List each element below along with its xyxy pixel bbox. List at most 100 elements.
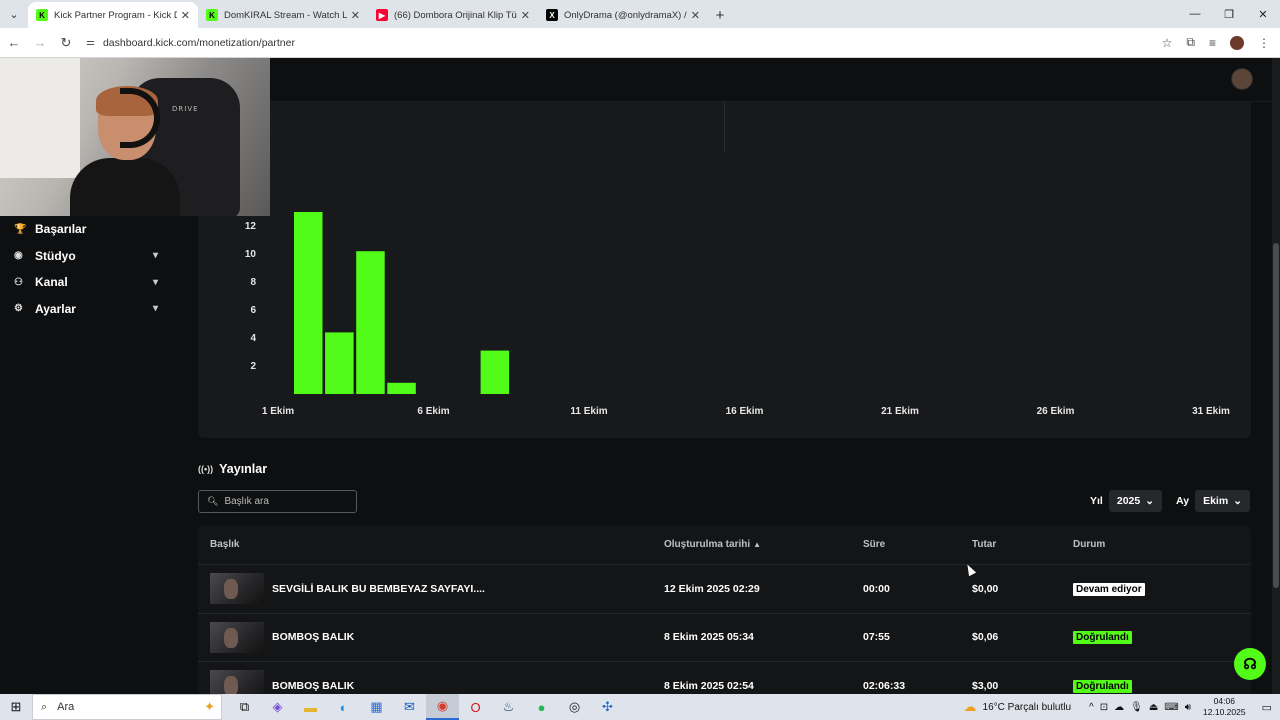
- col-created[interactable]: Oluşturulma tarihi ▲: [664, 539, 863, 550]
- mic-icon[interactable]: 🎙︎: [1130, 702, 1143, 713]
- scrollbar[interactable]: [1272, 58, 1280, 694]
- streams-section-title: ((•)) Yayınlar: [198, 462, 267, 476]
- sidebar-item[interactable]: 🏆 Başarılar: [0, 216, 180, 243]
- tab-close-icon[interactable]: ✕: [521, 9, 530, 22]
- col-status[interactable]: Durum: [1073, 539, 1251, 550]
- table-row[interactable]: BOMBOŞ BALIK 8 Ekim 2025 05:34 07:55 $0,06 D…: [198, 613, 1251, 662]
- clock[interactable]: 04:06 12.10.2025: [1203, 696, 1246, 718]
- stream-title[interactable]: BOMBOŞ BALIK: [272, 631, 354, 643]
- chart-bar[interactable]: [325, 332, 354, 394]
- minimize-icon[interactable]: —: [1178, 0, 1212, 28]
- year-select[interactable]: 2025 ⌄: [1108, 490, 1163, 512]
- media-control-icon[interactable]: ≡: [1209, 36, 1216, 50]
- site-info-icon[interactable]: ⚌: [86, 37, 95, 48]
- browser-tab[interactable]: K DomKIRAL Stream - Watch Live ✕: [198, 2, 368, 28]
- browser-tab[interactable]: ▶ (66) Dombora Orijinal Klip Türk ✕: [368, 2, 538, 28]
- table-row[interactable]: SEVGİLİ BALIK BU BEMBEYAZ SAYFAYI.... 12 …: [198, 565, 1251, 614]
- y-tick-label: 12: [245, 221, 257, 232]
- volume-icon[interactable]: 🔊︎: [1185, 702, 1191, 713]
- opera-icon[interactable]: O: [459, 694, 492, 720]
- store-icon[interactable]: ▦: [360, 694, 393, 720]
- tray-chevron-icon[interactable]: ^: [1089, 702, 1094, 713]
- status-badge: Doğrulandı: [1073, 631, 1132, 645]
- close-window-icon[interactable]: ✕: [1246, 0, 1280, 28]
- chart-bar[interactable]: [480, 350, 510, 394]
- table-row[interactable]: BOMBOŞ BALIK 8 Ekim 2025 02:54 02:06:33 $3,…: [198, 662, 1251, 694]
- tab-close-icon[interactable]: ✕: [351, 9, 360, 22]
- weather-text[interactable]: 16°C Parçalı bulutlu: [983, 702, 1072, 713]
- chevron-down-icon[interactable]: ▾: [153, 250, 158, 261]
- user-avatar[interactable]: [1231, 68, 1253, 90]
- window-controls: — ❐ ✕: [1178, 0, 1280, 28]
- reload-icon[interactable]: ↻: [54, 31, 78, 55]
- chart-bar[interactable]: [294, 212, 323, 394]
- tab-close-icon[interactable]: ✕: [181, 9, 190, 22]
- sidebar-item[interactable]: ◉ Stüdyo ▾: [0, 243, 180, 270]
- cell-created: 12 Ekim 2025 02:29: [664, 582, 760, 595]
- stream-thumbnail[interactable]: [210, 573, 264, 605]
- browser-tab[interactable]: K Kick Partner Program - Kick Da ✕: [28, 2, 198, 28]
- col-title[interactable]: Başlık: [198, 539, 664, 550]
- sort-asc-icon: ▲: [753, 540, 762, 549]
- obs-icon[interactable]: ◎: [558, 694, 591, 720]
- search-icon: ⌕: [41, 700, 48, 713]
- stream-title[interactable]: SEVGİLİ BALIK BU BEMBEYAZ SAYFAYI....: [272, 583, 485, 595]
- back-icon[interactable]: ←: [2, 31, 26, 55]
- sidebar-item[interactable]: ⚙ Ayarlar ▾: [0, 296, 180, 323]
- url-field[interactable]: ⚌ dashboard.kick.com/monetization/partne…: [86, 31, 1162, 55]
- chart-bar[interactable]: [356, 251, 385, 394]
- forward-icon[interactable]: →: [28, 31, 52, 55]
- steam-icon[interactable]: ♨: [492, 694, 525, 720]
- sidebar: 🏆 Başarılar ◉ Stüdyo ▾ ⚇ Kanal ▾ ⚙ Ayarlar ▾: [0, 216, 180, 322]
- table-header: Başlık Oluşturulma tarihi ▲ Süre Tutar Du…: [198, 525, 1251, 565]
- copilot-icon[interactable]: ◈: [261, 694, 294, 720]
- windows-start-icon[interactable]: ⊞: [0, 694, 32, 720]
- taskbar-search[interactable]: ⌕ Ara ✦: [32, 694, 222, 720]
- tray-app-icon[interactable]: ⊡: [1100, 702, 1108, 713]
- year-value: 2025: [1116, 495, 1141, 507]
- cell-created: 8 Ekim 2025 05:34: [664, 631, 754, 644]
- task-view-icon[interactable]: ⧉: [228, 694, 261, 720]
- search-input[interactable]: 🔍︎ Başlık ara: [198, 490, 357, 513]
- tab-search-icon[interactable]: ⌄: [0, 0, 28, 28]
- file-explorer-icon[interactable]: ▬: [294, 694, 327, 720]
- app-icon[interactable]: ✣: [591, 694, 624, 720]
- search-highlight-icon: ✦: [204, 699, 215, 714]
- chevron-down-icon[interactable]: ▾: [153, 303, 158, 314]
- outlook-icon[interactable]: ✉: [393, 694, 426, 720]
- tab-title: DomKIRAL Stream - Watch Live: [224, 9, 347, 21]
- col-amount[interactable]: Tutar: [972, 539, 1073, 550]
- cloud-icon[interactable]: ☁: [1114, 702, 1124, 713]
- month-label: Ay: [1176, 495, 1190, 507]
- x-tick-label: 16 Ekim: [726, 406, 764, 417]
- edge-icon[interactable]: ◐: [327, 694, 360, 720]
- profile-avatar[interactable]: [1230, 35, 1244, 50]
- tab-close-icon[interactable]: ✕: [691, 9, 700, 22]
- bookmark-star-icon[interactable]: ☆: [1162, 36, 1173, 50]
- broadcast-icon: ((•)): [198, 464, 214, 474]
- stream-title[interactable]: BOMBOŞ BALIK: [272, 680, 354, 692]
- search-placeholder: Başlık ara: [224, 496, 269, 507]
- browser-menu-icon[interactable]: ⋮: [1258, 36, 1270, 50]
- extensions-icon[interactable]: ⧉: [1186, 35, 1195, 50]
- notification-icon[interactable]: ▭: [1262, 701, 1272, 714]
- chevron-down-icon[interactable]: ▾: [153, 277, 158, 288]
- usb-icon[interactable]: ⏏: [1149, 702, 1158, 713]
- chart-bar[interactable]: [387, 382, 416, 394]
- col-duration[interactable]: Süre: [863, 539, 972, 550]
- stream-thumbnail[interactable]: [210, 670, 264, 694]
- stream-thumbnail[interactable]: [210, 621, 264, 653]
- restore-icon[interactable]: ❐: [1212, 0, 1246, 28]
- new-tab-button[interactable]: +: [708, 2, 732, 28]
- scrollbar-thumb[interactable]: [1273, 243, 1279, 588]
- chrome-icon[interactable]: ◉: [426, 694, 459, 720]
- support-chat-button[interactable]: ☊: [1234, 648, 1266, 680]
- network-icon[interactable]: ⌨: [1164, 702, 1178, 713]
- filters: Yıl 2025 ⌄ Ay Ekim ⌄: [1090, 490, 1250, 512]
- month-select[interactable]: Ekim ⌄: [1195, 490, 1250, 512]
- spotify-icon[interactable]: ●: [525, 694, 558, 720]
- browser-tab[interactable]: X OnlyDrama (@onlydramaX) / X ✕: [538, 2, 708, 28]
- x-tick-label: 6 Ekim: [417, 406, 449, 417]
- trophy-icon: 🏆: [14, 223, 27, 235]
- sidebar-item[interactable]: ⚇ Kanal ▾: [0, 269, 180, 296]
